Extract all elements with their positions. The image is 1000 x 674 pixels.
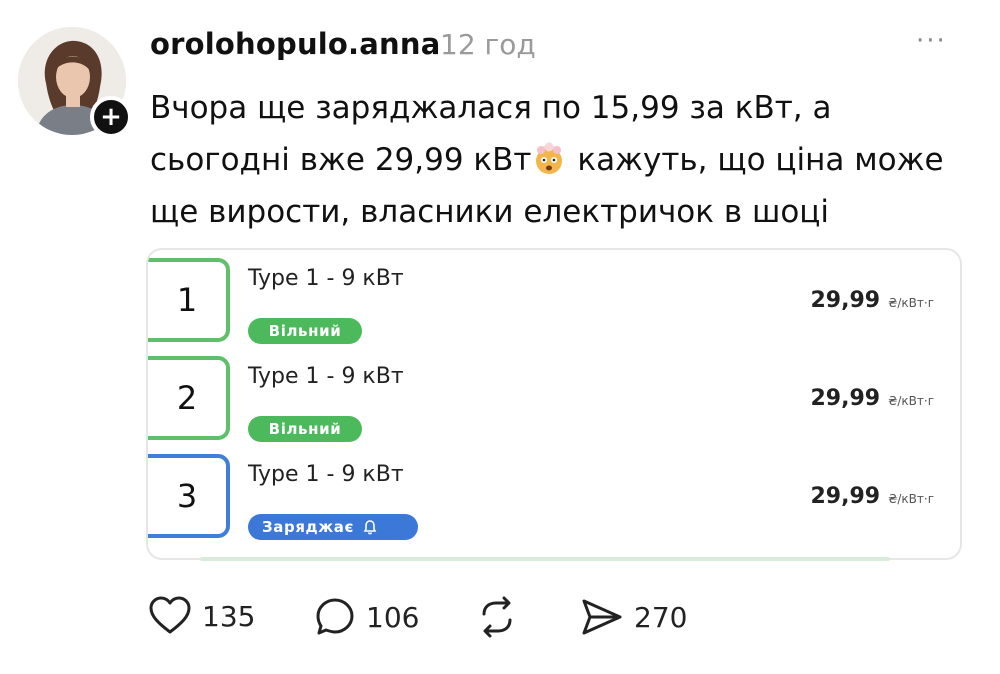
- like-count: 135: [202, 599, 256, 633]
- charger-row[interactable]: 2 Type 1 - 9 кВт Вільний 29,99 ₴/кВт·г: [148, 354, 960, 450]
- price-value: 29,99: [810, 386, 881, 411]
- plus-icon: +: [100, 102, 122, 132]
- connector-type: Type 1 - 9 кВт: [248, 364, 404, 389]
- comment-count: 106: [366, 600, 420, 634]
- status-badge: Заряджає: [248, 514, 418, 540]
- charger-number: 3: [176, 477, 198, 515]
- exploding-head-emoji-icon: [536, 142, 563, 174]
- more-icon[interactable]: ···: [916, 26, 947, 56]
- like-button[interactable]: 135: [148, 596, 255, 636]
- post-text-line: сьогодні вже 29,99 кВт кажуть, що ціна м…: [150, 134, 980, 186]
- send-icon: [582, 599, 622, 635]
- charger-number: 2: [176, 379, 198, 417]
- price-value: 29,99: [810, 484, 881, 509]
- card-divider: [200, 557, 890, 561]
- share-count: 270: [634, 600, 688, 634]
- charger-number: 1: [176, 281, 198, 319]
- price: 29,99 ₴/кВт·г: [810, 386, 934, 411]
- post-text: Вчора ще заряджалася по 15,99 за кВт, а …: [150, 82, 980, 238]
- price-unit: ₴/кВт·г: [888, 394, 934, 408]
- price-value: 29,99: [810, 288, 881, 313]
- action-bar: 135 106 270: [148, 596, 748, 646]
- charger-number-box[interactable]: 1: [148, 258, 230, 342]
- price: 29,99 ₴/кВт·г: [810, 288, 934, 313]
- post-text-line: Вчора ще заряджалася по 15,99 за кВт, а: [150, 90, 832, 126]
- charger-number-box[interactable]: 3: [148, 454, 230, 538]
- status-badge: Вільний: [248, 318, 362, 344]
- share-button[interactable]: 270: [580, 596, 687, 638]
- connector-type: Type 1 - 9 кВт: [248, 462, 404, 487]
- comment-button[interactable]: 106: [314, 596, 419, 638]
- post-text-fragment: сьогодні вже 29,99 кВт: [150, 142, 532, 178]
- status-badge: Вільний: [248, 416, 362, 442]
- charger-number-box[interactable]: 2: [148, 356, 230, 440]
- bell-icon: [363, 520, 377, 535]
- charger-card: 1 Type 1 - 9 кВт Вільний 29,99 ₴/кВт·г 2…: [146, 248, 962, 560]
- comment-icon: [316, 598, 354, 635]
- post-text-line: ще вирости, власники електричок в шоці: [150, 194, 830, 230]
- username[interactable]: orolohopulo.anna: [150, 27, 441, 61]
- price-unit: ₴/кВт·г: [888, 296, 934, 310]
- repost-icon: [482, 596, 512, 638]
- charger-row[interactable]: 1 Type 1 - 9 кВт Вільний 29,99 ₴/кВт·г: [148, 256, 960, 352]
- status-label: Заряджає: [262, 518, 355, 536]
- charger-row[interactable]: 3 Type 1 - 9 кВт Заряджає 29,99 ₴/кВт·г: [148, 452, 960, 548]
- price-unit: ₴/кВт·г: [888, 492, 934, 506]
- post-timestamp: 12 год: [440, 28, 536, 61]
- price: 29,99 ₴/кВт·г: [810, 484, 934, 509]
- repost-button[interactable]: [476, 596, 518, 638]
- post-text-fragment: кажуть, що ціна може: [567, 142, 944, 178]
- follow-button[interactable]: +: [90, 96, 132, 138]
- heart-icon: [149, 596, 191, 634]
- connector-type: Type 1 - 9 кВт: [248, 266, 404, 291]
